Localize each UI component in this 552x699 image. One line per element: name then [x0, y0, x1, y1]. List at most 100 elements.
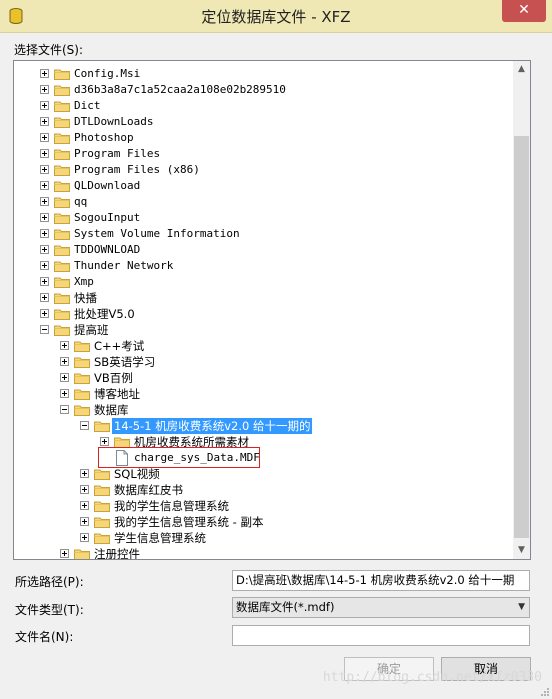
folder-tree[interactable]: Config.Msi d36b3a8a7c1a52caa2a108e02b2895…	[13, 60, 531, 560]
path-field[interactable]: D:\提高班\数据库\14-5-1 机房收费系统v2.0 给十一期	[232, 570, 530, 591]
expand-icon[interactable]	[80, 469, 89, 478]
scroll-up-arrow-icon[interactable]: ▲	[513, 61, 530, 78]
tree-row[interactable]: 14-5-1 机房收费系统v2.0 给十一期的	[14, 418, 513, 434]
expand-icon[interactable]	[40, 133, 49, 142]
tree-row[interactable]: QLDownload	[14, 178, 513, 194]
tree-row-label: 14-5-1 机房收费系统v2.0 给十一期的	[112, 418, 313, 434]
tree-row[interactable]: Dict	[14, 98, 513, 114]
tree-row-label: QLDownload	[74, 179, 141, 192]
tree-row-label: SQL视频	[114, 467, 160, 481]
tree-row-label: qq	[74, 195, 88, 208]
tree-row[interactable]: Xmp	[14, 274, 513, 290]
expand-icon[interactable]	[40, 101, 49, 110]
resize-grip-icon[interactable]	[540, 687, 550, 697]
folder-icon	[94, 420, 110, 432]
tree-row[interactable]: Program Files (x86)	[14, 162, 513, 178]
tree-row-label: Thunder Network	[74, 259, 174, 272]
title-bar[interactable]: 定位数据库文件 - XFZ ✕	[0, 0, 552, 33]
tree-row[interactable]: charge_sys_Data.MDF	[14, 450, 513, 466]
collapse-icon[interactable]	[60, 405, 69, 414]
tree-row[interactable]: 数据库	[14, 402, 513, 418]
tree-row[interactable]: 博客地址	[14, 386, 513, 402]
tree-row[interactable]: System Volume Information	[14, 226, 513, 242]
tree-row[interactable]: 注册控件	[14, 546, 513, 559]
tree-row[interactable]: 数据库红皮书	[14, 482, 513, 498]
folder-icon	[54, 196, 70, 208]
expand-icon[interactable]	[40, 197, 49, 206]
tree-row[interactable]: Thunder Network	[14, 258, 513, 274]
tree-row-label: Photoshop	[74, 131, 134, 144]
tree-row[interactable]: d36b3a8a7c1a52caa2a108e02b289510	[14, 82, 513, 98]
expand-icon[interactable]	[60, 341, 69, 350]
folder-icon	[54, 132, 70, 144]
tree-row[interactable]: 机房收费系统所需素材	[14, 434, 513, 450]
expand-icon[interactable]	[80, 485, 89, 494]
tree-row[interactable]: Photoshop	[14, 130, 513, 146]
expand-icon[interactable]	[60, 549, 69, 558]
tree-row[interactable]: SogouInput	[14, 210, 513, 226]
tree-row[interactable]: 我的学生信息管理系统	[14, 498, 513, 514]
expand-icon[interactable]	[40, 309, 49, 318]
folder-icon	[54, 212, 70, 224]
tree-row-label: SB英语学习	[94, 355, 156, 369]
expand-icon[interactable]	[100, 437, 109, 446]
folder-icon	[74, 340, 90, 352]
tree-row[interactable]: 提高班	[14, 322, 513, 338]
folder-icon	[74, 356, 90, 368]
expand-icon[interactable]	[40, 261, 49, 270]
expand-icon[interactable]	[60, 357, 69, 366]
tree-row[interactable]: qq	[14, 194, 513, 210]
tree-row[interactable]: SQL视频	[14, 466, 513, 482]
vertical-scrollbar[interactable]: ▲ ▼	[513, 61, 530, 559]
tree-row[interactable]: 快播	[14, 290, 513, 306]
chevron-down-icon: ▼	[518, 602, 525, 612]
tree-row[interactable]: SB英语学习	[14, 354, 513, 370]
folder-icon	[94, 532, 110, 544]
tree-row[interactable]: Config.Msi	[14, 66, 513, 82]
expand-icon[interactable]	[40, 117, 49, 126]
collapse-icon[interactable]	[40, 325, 49, 334]
tree-row[interactable]: DTLDownLoads	[14, 114, 513, 130]
expand-icon[interactable]	[40, 245, 49, 254]
folder-icon	[74, 404, 90, 416]
expand-icon[interactable]	[40, 181, 49, 190]
tree-row-label: 提高班	[74, 323, 109, 337]
expand-icon[interactable]	[40, 293, 49, 302]
tree-row[interactable]: 我的学生信息管理系统 - 副本	[14, 514, 513, 530]
scroll-down-arrow-icon[interactable]: ▼	[513, 542, 530, 559]
folder-icon	[54, 180, 70, 192]
tree-row[interactable]: TDDOWNLOAD	[14, 242, 513, 258]
expand-icon[interactable]	[80, 517, 89, 526]
tree-row[interactable]: VB百例	[14, 370, 513, 386]
expand-icon[interactable]	[40, 213, 49, 222]
folder-icon	[74, 388, 90, 400]
close-button[interactable]: ✕	[502, 0, 546, 22]
expand-icon[interactable]	[60, 373, 69, 382]
expand-icon[interactable]	[40, 85, 49, 94]
expand-icon[interactable]	[80, 501, 89, 510]
expand-icon[interactable]	[40, 165, 49, 174]
tree-row-label: 注册控件	[94, 547, 140, 559]
folder-icon	[54, 276, 70, 288]
tree-row[interactable]: C++考试	[14, 338, 513, 354]
folder-icon	[54, 260, 70, 272]
expand-icon[interactable]	[40, 277, 49, 286]
expand-icon[interactable]	[60, 389, 69, 398]
tree-row-label: Xmp	[74, 275, 94, 288]
scroll-thumb[interactable]	[514, 136, 529, 538]
folder-icon	[54, 116, 70, 128]
tree-row-label: SogouInput	[74, 211, 141, 224]
tree-row[interactable]: Program Files	[14, 146, 513, 162]
file-highlight-box	[98, 447, 260, 468]
expand-icon[interactable]	[40, 69, 49, 78]
file-name-field[interactable]	[232, 625, 530, 646]
tree-row[interactable]: 学生信息管理系统	[14, 530, 513, 546]
expand-icon[interactable]	[80, 533, 89, 542]
expand-icon[interactable]	[40, 149, 49, 158]
tree-row[interactable]: 批处理V5.0	[14, 306, 513, 322]
tree-row-label: Config.Msi	[74, 67, 141, 80]
expand-icon[interactable]	[40, 229, 49, 238]
file-type-value: 数据库文件(*.mdf)	[236, 600, 335, 614]
file-type-select[interactable]: 数据库文件(*.mdf) ▼	[232, 597, 530, 618]
collapse-icon[interactable]	[80, 421, 89, 430]
